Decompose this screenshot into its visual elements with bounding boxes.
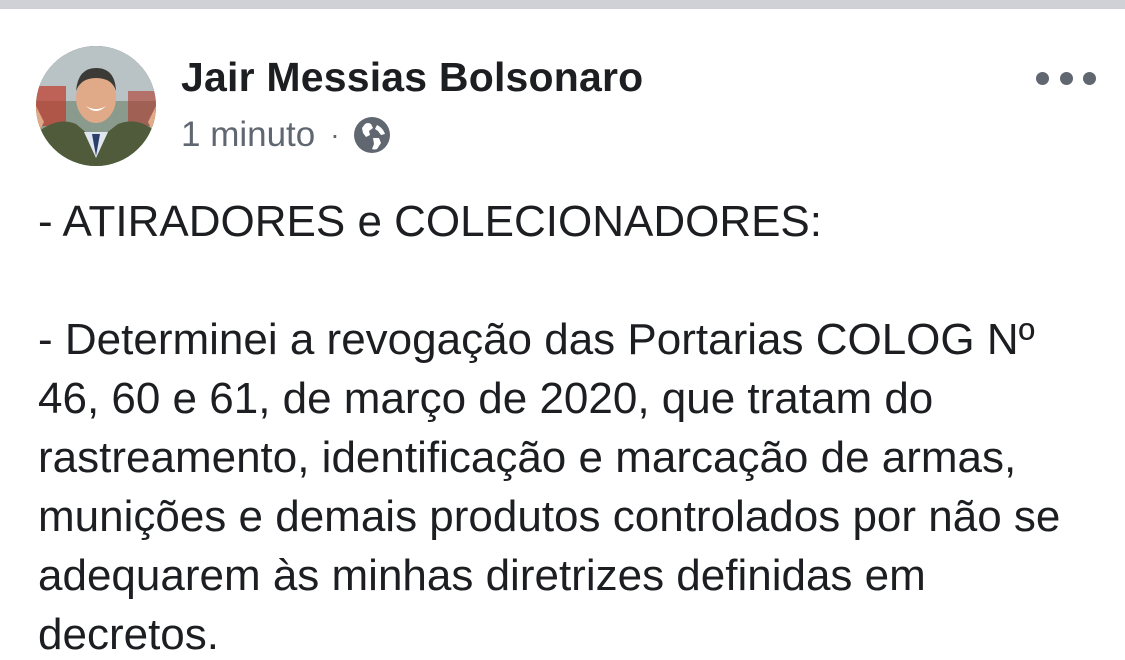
author-avatar[interactable] <box>36 46 156 166</box>
avatar-photo <box>36 46 156 166</box>
more-dot <box>1036 71 1049 85</box>
more-dot <box>1059 71 1073 85</box>
more-dot <box>1083 71 1096 85</box>
more-options-icon[interactable] <box>1036 65 1096 91</box>
post-heading: - ATIRADORES e COLECIONADORES: <box>38 197 823 246</box>
post-body: - ATIRADORES e COLECIONADORES: - Determi… <box>38 192 1098 660</box>
globe-icon[interactable] <box>353 116 391 154</box>
meta-separator: · <box>330 119 340 150</box>
post-meta: 1 minuto · <box>181 113 391 157</box>
post-paragraph: - Determinei a revogação das Portarias C… <box>38 315 1061 659</box>
post-timestamp[interactable]: 1 minuto <box>181 115 315 155</box>
feed-divider <box>0 0 1125 9</box>
post-card: Jair Messias Bolsonaro 1 minuto · - ATIR… <box>0 9 1125 660</box>
author-name[interactable]: Jair Messias Bolsonaro <box>181 54 643 101</box>
